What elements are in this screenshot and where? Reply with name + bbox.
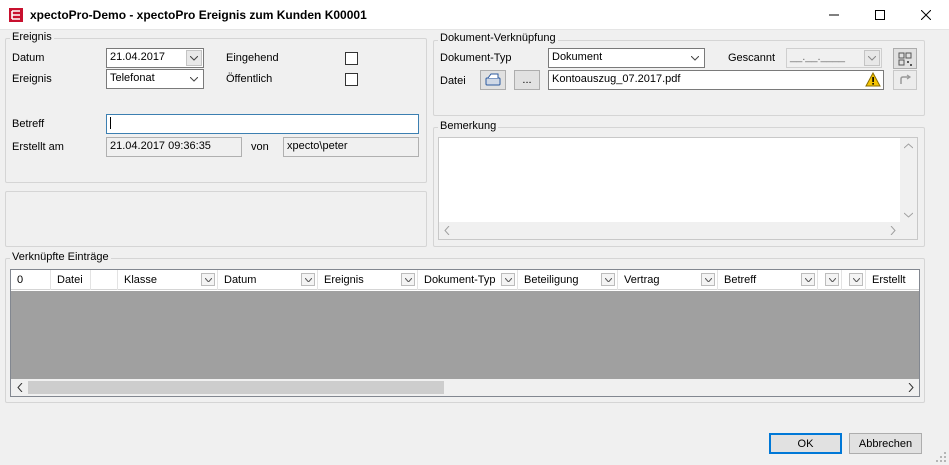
erstellt-field: 21.04.2017 09:36:35 <box>106 137 242 157</box>
chevron-down-icon <box>691 55 699 61</box>
maximize-button[interactable] <box>857 0 903 30</box>
datum-label: Datum <box>12 52 45 64</box>
column-header-extra-1[interactable] <box>818 270 842 290</box>
oeffentlich-label: Öffentlich <box>226 73 273 85</box>
eingehend-label: Eingehend <box>226 52 279 64</box>
von-field: xpecto\peter <box>283 137 419 157</box>
scroll-up-icon[interactable] <box>904 143 913 149</box>
datei-scan-button[interactable] <box>480 70 506 90</box>
scroll-right-icon[interactable] <box>902 379 919 396</box>
filter-dropdown-icon[interactable] <box>201 273 215 286</box>
column-header-beteiligung[interactable]: Beteiligung <box>518 270 618 290</box>
close-button[interactable] <box>903 0 949 30</box>
entries-grid[interactable]: 0 Datei Klasse Datum Ereignis Dokument-T… <box>10 269 920 397</box>
ereignis-group-label: Ereignis <box>10 31 54 43</box>
scroll-left-icon[interactable] <box>444 226 450 235</box>
column-header-extra-2[interactable] <box>842 270 866 290</box>
datum-picker[interactable]: 21.04.2017 <box>106 48 204 68</box>
datum-value: 21.04.2017 <box>110 51 166 63</box>
gescannt-value: __.__.____ <box>790 51 846 63</box>
datei-input[interactable]: Kontoauszug_07.2017.pdf <box>548 70 884 90</box>
scanner-icon <box>485 73 501 86</box>
ereignis-select[interactable]: Telefonat <box>106 69 204 89</box>
text-cursor <box>110 117 111 130</box>
bemerkung-group-label: Bemerkung <box>438 120 499 132</box>
datei-browse-button[interactable]: ... <box>514 70 540 90</box>
dokument-typ-dropdown-button[interactable] <box>687 50 703 66</box>
column-header-erstellt[interactable]: Erstellt <box>866 270 919 290</box>
ereignis-value: Telefonat <box>110 72 155 84</box>
column-header-klasse[interactable]: Klasse <box>118 270 218 290</box>
column-header-betreff[interactable]: Betreff <box>718 270 818 290</box>
minimize-icon <box>829 14 839 16</box>
betreff-input[interactable] <box>106 114 419 134</box>
resize-grip-icon[interactable] <box>936 452 947 463</box>
verknuepfte-group-label: Verknüpfte Einträge <box>10 251 111 263</box>
column-header-blank[interactable] <box>91 270 118 290</box>
filter-dropdown-icon[interactable] <box>601 273 615 286</box>
grid-count-cell: 0 <box>11 270 51 290</box>
warning-icon <box>865 72 881 87</box>
filter-dropdown-icon[interactable] <box>825 273 839 286</box>
scroll-down-icon[interactable] <box>904 212 913 218</box>
ereignis-dropdown-button[interactable] <box>186 71 202 87</box>
filter-dropdown-icon[interactable] <box>301 273 315 286</box>
filter-dropdown-icon[interactable] <box>501 273 515 286</box>
chevron-down-icon <box>190 76 198 82</box>
scroll-right-icon[interactable] <box>890 226 896 235</box>
datei-value: Kontoauszug_07.2017.pdf <box>552 73 681 85</box>
refresh-icon <box>900 74 912 84</box>
column-header-dokument-typ[interactable]: Dokument-Typ <box>418 270 518 290</box>
column-header-ereignis[interactable]: Ereignis <box>318 270 418 290</box>
window-title: xpectoPro-Demo - xpectoPro Ereignis zum … <box>30 8 367 22</box>
cancel-button[interactable]: Abbrechen <box>849 433 922 454</box>
dokument-typ-select[interactable]: Dokument <box>548 48 705 68</box>
empty-panel <box>5 191 427 247</box>
eingehend-checkbox[interactable] <box>345 52 358 65</box>
grid-header: 0 Datei Klasse Datum Ereignis Dokument-T… <box>11 270 919 290</box>
column-header-datei[interactable]: Datei <box>51 270 91 290</box>
column-header-datum[interactable]: Datum <box>218 270 318 290</box>
column-header-vertrag[interactable]: Vertrag <box>618 270 718 290</box>
minimize-button[interactable] <box>811 0 857 30</box>
ereignis-label: Ereignis <box>12 73 52 85</box>
betreff-label: Betreff <box>12 118 45 130</box>
qr-code-icon <box>898 52 912 66</box>
maximize-icon <box>875 10 885 20</box>
datei-label: Datei <box>440 75 466 87</box>
filter-dropdown-icon[interactable] <box>801 273 815 286</box>
filter-dropdown-icon[interactable] <box>701 273 715 286</box>
dokument-typ-value: Dokument <box>552 51 603 63</box>
erstellt-label: Erstellt am <box>12 141 64 153</box>
chevron-down-icon <box>868 55 876 61</box>
scroll-corner <box>900 222 917 239</box>
qr-scan-button[interactable] <box>893 48 917 69</box>
gescannt-dropdown-button[interactable] <box>864 50 880 66</box>
datum-dropdown-button[interactable] <box>186 50 202 66</box>
gescannt-picker[interactable]: __.__.____ <box>786 48 882 68</box>
bemerkung-textarea[interactable] <box>438 137 918 240</box>
ok-button[interactable]: OK <box>769 433 842 454</box>
oeffentlich-checkbox[interactable] <box>345 73 358 86</box>
von-label: von <box>251 141 269 153</box>
filter-dropdown-icon[interactable] <box>849 273 863 286</box>
filter-dropdown-icon[interactable] <box>401 273 415 286</box>
grid-hscroll-thumb[interactable] <box>28 381 444 394</box>
refresh-button[interactable] <box>893 70 917 90</box>
dokument-group-label: Dokument-Verknüpfung <box>438 32 558 44</box>
grid-hscroll[interactable] <box>11 379 919 396</box>
grid-body[interactable] <box>11 291 919 379</box>
dokument-typ-label: Dokument-Typ <box>440 52 512 64</box>
close-icon <box>921 10 931 20</box>
ereignis-group <box>5 38 427 183</box>
chevron-down-icon <box>190 55 198 61</box>
title-bar: xpectoPro-Demo - xpectoPro Ereignis zum … <box>0 0 949 30</box>
bemerkung-hscroll[interactable] <box>439 222 901 239</box>
bemerkung-vscroll[interactable] <box>900 138 917 223</box>
gescannt-label: Gescannt <box>728 52 776 64</box>
app-logo-icon[interactable] <box>8 7 24 23</box>
scroll-left-icon[interactable] <box>11 379 28 396</box>
